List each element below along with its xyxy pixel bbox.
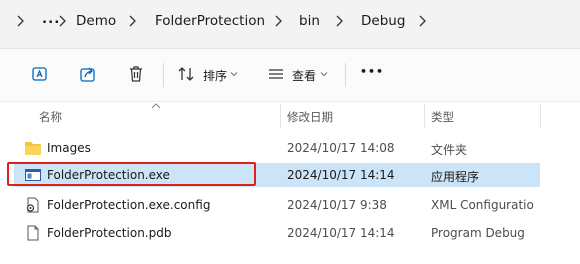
file-name: FolderProtection.exe.config xyxy=(47,198,211,212)
breadcrumb-item-folderprotection[interactable]: FolderProtection xyxy=(155,13,265,29)
column-header: 名称 修改日期 类型 xyxy=(0,102,580,129)
pdb-file-icon xyxy=(27,225,39,241)
sort-button[interactable]: 排序 xyxy=(203,67,227,84)
share-icon[interactable] xyxy=(78,64,98,84)
column-name[interactable]: 名称 xyxy=(39,109,62,125)
toolbar-divider xyxy=(345,63,346,87)
command-bar: 排序 查看 ••• xyxy=(0,49,580,102)
file-row-images[interactable]: Images 2024/10/17 14:08 文件夹 xyxy=(14,136,540,160)
file-name: Images xyxy=(47,141,91,155)
file-type: XML Configuratio xyxy=(431,198,534,212)
file-name: FolderProtection.pdb xyxy=(47,226,172,240)
chevron-right-icon[interactable] xyxy=(416,14,428,28)
more-options-button[interactable]: ••• xyxy=(360,65,384,78)
column-divider[interactable] xyxy=(424,104,425,128)
column-divider[interactable] xyxy=(280,104,281,128)
address-bar: ... Demo FolderProtection bin Debug xyxy=(0,0,580,49)
column-type[interactable]: 类型 xyxy=(431,109,454,125)
file-row-config[interactable]: FolderProtection.exe.config 2024/10/17 9… xyxy=(14,193,540,217)
file-date: 2024/10/17 14:14 xyxy=(287,168,395,182)
chevron-down-icon xyxy=(320,72,328,77)
sort-icon[interactable] xyxy=(176,64,196,84)
column-divider[interactable] xyxy=(540,104,541,128)
view-icon[interactable] xyxy=(266,64,286,84)
rename-icon[interactable] xyxy=(30,64,50,84)
column-date-modified[interactable]: 修改日期 xyxy=(287,109,333,125)
file-type: 文件夹 xyxy=(431,143,468,157)
chevron-down-icon xyxy=(230,72,238,77)
view-button[interactable]: 查看 xyxy=(292,67,316,84)
delete-icon[interactable] xyxy=(126,64,146,84)
config-file-icon xyxy=(26,197,39,213)
chevron-right-icon[interactable] xyxy=(14,14,26,28)
sort-ascending-icon xyxy=(151,103,161,109)
chevron-right-icon[interactable] xyxy=(333,14,345,28)
toolbar-divider xyxy=(163,63,164,87)
file-type: 应用程序 xyxy=(431,170,480,184)
breadcrumb-item-demo[interactable]: Demo xyxy=(76,13,116,29)
highlight-annotation-box xyxy=(7,162,256,186)
file-type: Program Debug xyxy=(431,226,525,240)
breadcrumb-item-debug[interactable]: Debug xyxy=(361,13,405,29)
chevron-right-icon[interactable] xyxy=(126,14,138,28)
breadcrumb-item-bin[interactable]: bin xyxy=(299,13,320,29)
file-date: 2024/10/17 14:08 xyxy=(287,141,395,155)
file-row-pdb[interactable]: FolderProtection.pdb 2024/10/17 14:14 Pr… xyxy=(14,221,540,245)
file-date: 2024/10/17 9:38 xyxy=(287,198,387,212)
folder-icon xyxy=(25,142,41,155)
file-date: 2024/10/17 14:14 xyxy=(287,226,395,240)
chevron-right-icon[interactable] xyxy=(272,14,284,28)
chevron-right-icon[interactable] xyxy=(56,14,68,28)
